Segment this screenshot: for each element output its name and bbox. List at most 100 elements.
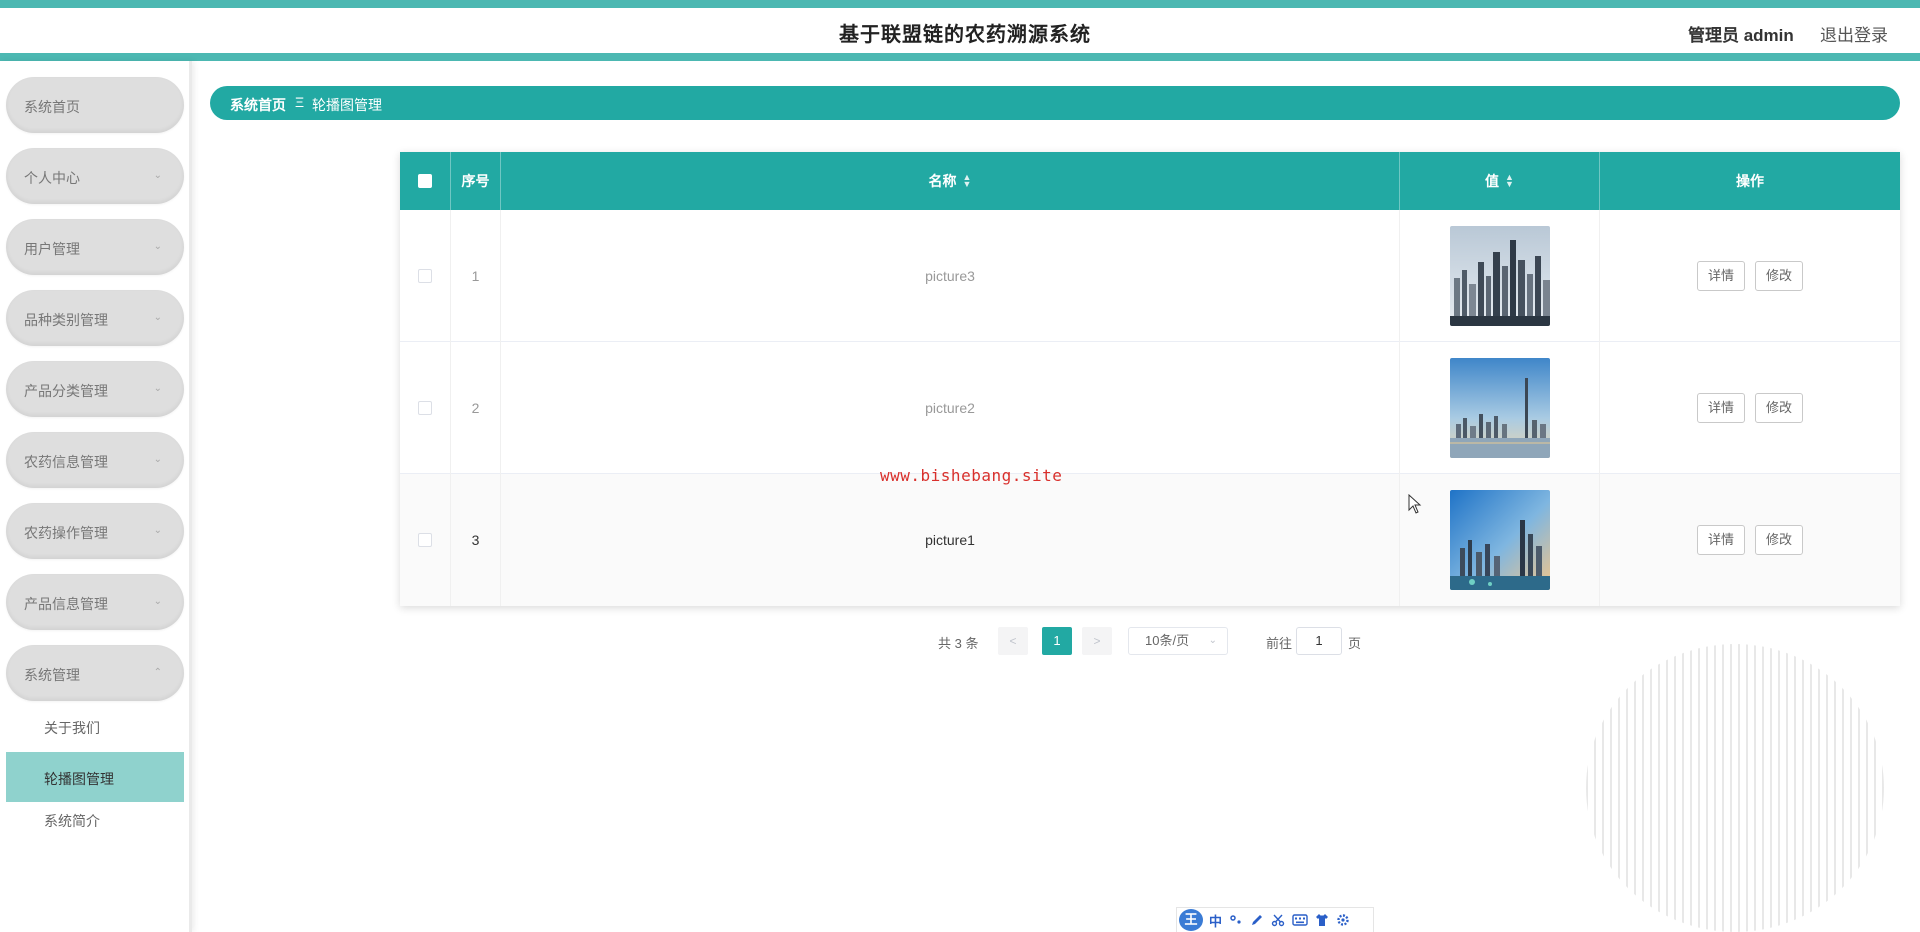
row-actions: 详情 修改 bbox=[1600, 474, 1900, 606]
app-title: 基于联盟链的农药溯源系统 bbox=[839, 24, 1091, 46]
detail-button[interactable]: 详情 bbox=[1696, 261, 1745, 291]
current-user: 管理员 admin bbox=[1688, 26, 1794, 45]
header-name[interactable]: 名称 ▲ ▼ bbox=[501, 152, 1400, 210]
row-index: 1 bbox=[451, 210, 501, 342]
row-select-cell bbox=[400, 210, 451, 342]
column-label: 操作 bbox=[1736, 173, 1764, 189]
chevron-down-icon: ⌄ bbox=[1208, 635, 1217, 646]
row-select-cell bbox=[400, 342, 451, 474]
sidebar-item-product-info[interactable]: 产品信息管理 ⌄ bbox=[6, 574, 184, 630]
sidebar-item-label: 品种类别管理 bbox=[24, 312, 108, 328]
submenu-item-intro[interactable]: 系统简介 bbox=[6, 803, 184, 831]
chevron-down-icon: ⌄ bbox=[153, 596, 162, 607]
sidebar-item-label: 农药信息管理 bbox=[24, 454, 108, 470]
sidebar-item-label: 产品分类管理 bbox=[24, 383, 108, 399]
page-number-button[interactable]: 1 bbox=[1042, 627, 1072, 655]
mouse-cursor-icon bbox=[1408, 494, 1422, 514]
chevron-down-icon: ⌄ bbox=[153, 383, 162, 394]
row-actions: 详情 修改 bbox=[1600, 342, 1900, 474]
page-size-select[interactable]: 10条/页 ⌄ bbox=[1128, 627, 1228, 655]
chevron-down-icon: ⌄ bbox=[153, 312, 162, 323]
prev-page-button[interactable]: < bbox=[998, 627, 1028, 655]
sidebar-item-variety[interactable]: 品种类别管理 ⌄ bbox=[6, 290, 184, 346]
sidebar-item-system[interactable]: 系统管理 ⌃ bbox=[6, 645, 184, 701]
goto-page-input[interactable]: 1 bbox=[1296, 627, 1342, 655]
header-value[interactable]: 值 ▲ ▼ bbox=[1400, 152, 1600, 210]
edit-button[interactable]: 修改 bbox=[1755, 261, 1804, 291]
breadcrumb: 系统首页 Ξ 轮播图管理 bbox=[210, 86, 1900, 120]
header-actions: 操作 bbox=[1600, 152, 1900, 210]
chevron-down-icon: ⌄ bbox=[153, 525, 162, 536]
sidebar: 系统首页 个人中心 ⌄ 用户管理 ⌄ 品种类别管理 ⌄ 产品分类管理 ⌄ 农药信… bbox=[0, 61, 192, 932]
sidebar-item-label: 系统首页 bbox=[24, 99, 80, 115]
row-name: picture2 bbox=[501, 342, 1400, 474]
row-value bbox=[1400, 474, 1600, 606]
submenu-item-label: 系统简介 bbox=[44, 813, 100, 829]
ime-mode-toggle[interactable]: 中 bbox=[1209, 911, 1222, 930]
goto-suffix-label: 页 bbox=[1348, 636, 1362, 651]
breadcrumb-separator-icon: Ξ bbox=[295, 94, 305, 110]
watermark-text: www.bishebang.site bbox=[880, 466, 1063, 485]
sort-icon[interactable]: ▲ ▼ bbox=[1505, 173, 1514, 189]
pagination-total: 共 3 条 bbox=[938, 636, 979, 651]
skin-shirt-icon[interactable] bbox=[1315, 913, 1329, 927]
table-row: 1 picture3 详情 修改 bbox=[400, 210, 1900, 342]
row-actions: 详情 修改 bbox=[1600, 210, 1900, 342]
submenu-item-about[interactable]: 关于我们 bbox=[6, 701, 184, 751]
top-header: 基于联盟链的农药溯源系统 管理员 admin 退出登录 bbox=[0, 0, 1920, 61]
row-checkbox[interactable] bbox=[418, 401, 432, 415]
sidebar-item-label: 产品信息管理 bbox=[24, 596, 108, 612]
logout-link[interactable]: 退出登录 bbox=[1820, 21, 1888, 46]
breadcrumb-home[interactable]: 系统首页 bbox=[230, 95, 286, 115]
row-checkbox[interactable] bbox=[418, 269, 432, 283]
table-row: 3 picture1 详情 修改 bbox=[400, 474, 1900, 606]
row-name: picture1 bbox=[501, 474, 1400, 606]
row-name: picture3 bbox=[501, 210, 1400, 342]
settings-gear-icon[interactable] bbox=[1336, 913, 1350, 927]
row-checkbox[interactable] bbox=[418, 533, 432, 547]
sidebar-item-label: 个人中心 bbox=[24, 170, 80, 186]
sidebar-item-label: 系统管理 bbox=[24, 667, 80, 683]
select-all-checkbox[interactable] bbox=[418, 174, 432, 188]
submenu-item-label: 关于我们 bbox=[44, 720, 100, 736]
pen-icon[interactable] bbox=[1250, 913, 1264, 927]
sidebar-item-users[interactable]: 用户管理 ⌄ bbox=[6, 219, 184, 275]
detail-button[interactable]: 详情 bbox=[1696, 525, 1745, 555]
sidebar-item-label: 农药操作管理 bbox=[24, 525, 108, 541]
table-header: 序号 名称 ▲ ▼ 值 ▲ ▼ 操作 bbox=[400, 152, 1900, 210]
edit-button[interactable]: 修改 bbox=[1755, 393, 1804, 423]
sidebar-item-pesticide-ops[interactable]: 农药操作管理 ⌄ bbox=[6, 503, 184, 559]
column-label: 序号 bbox=[461, 173, 490, 189]
chevron-down-icon: ⌄ bbox=[153, 170, 162, 181]
punctuation-icon[interactable] bbox=[1229, 913, 1243, 927]
keyboard-icon[interactable] bbox=[1292, 913, 1308, 927]
sidebar-item-label: 用户管理 bbox=[24, 241, 80, 257]
ime-toolbar: 王 中 bbox=[1176, 907, 1374, 932]
scissors-icon[interactable] bbox=[1271, 913, 1285, 927]
ime-logo-icon[interactable]: 王 bbox=[1179, 909, 1203, 931]
chevron-down-icon: ⌄ bbox=[153, 454, 162, 465]
next-page-button[interactable]: > bbox=[1082, 627, 1112, 655]
sidebar-item-profile[interactable]: 个人中心 ⌄ bbox=[6, 148, 184, 204]
chevron-up-icon: ⌃ bbox=[153, 667, 162, 678]
header-stripe-bottom bbox=[0, 53, 1920, 61]
sidebar-item-pesticide-info[interactable]: 农药信息管理 ⌄ bbox=[6, 432, 184, 488]
row-index: 3 bbox=[451, 474, 501, 606]
sidebar-item-home[interactable]: 系统首页 bbox=[6, 77, 184, 133]
carousel-table: 序号 名称 ▲ ▼ 值 ▲ ▼ 操作 1 picture3 详情 修改 2 pi… bbox=[400, 152, 1900, 606]
edit-button[interactable]: 修改 bbox=[1755, 525, 1804, 555]
city-skyline-image bbox=[1449, 358, 1550, 458]
submenu-item-label: 轮播图管理 bbox=[44, 771, 114, 787]
row-value bbox=[1400, 342, 1600, 474]
column-label: 值 bbox=[1485, 173, 1500, 189]
decorative-striped-circle bbox=[1586, 644, 1884, 932]
table-row: 2 picture2 详情 修改 bbox=[400, 342, 1900, 474]
detail-button[interactable]: 详情 bbox=[1696, 393, 1745, 423]
sort-icon[interactable]: ▲ ▼ bbox=[963, 173, 972, 189]
sidebar-item-product-category[interactable]: 产品分类管理 ⌄ bbox=[6, 361, 184, 417]
header-select-all[interactable] bbox=[400, 152, 451, 210]
header-index: 序号 bbox=[451, 152, 501, 210]
submenu-item-carousel[interactable]: 轮播图管理 bbox=[6, 752, 184, 802]
header-stripe-top bbox=[0, 0, 1920, 8]
city-skyline-image bbox=[1449, 226, 1550, 326]
